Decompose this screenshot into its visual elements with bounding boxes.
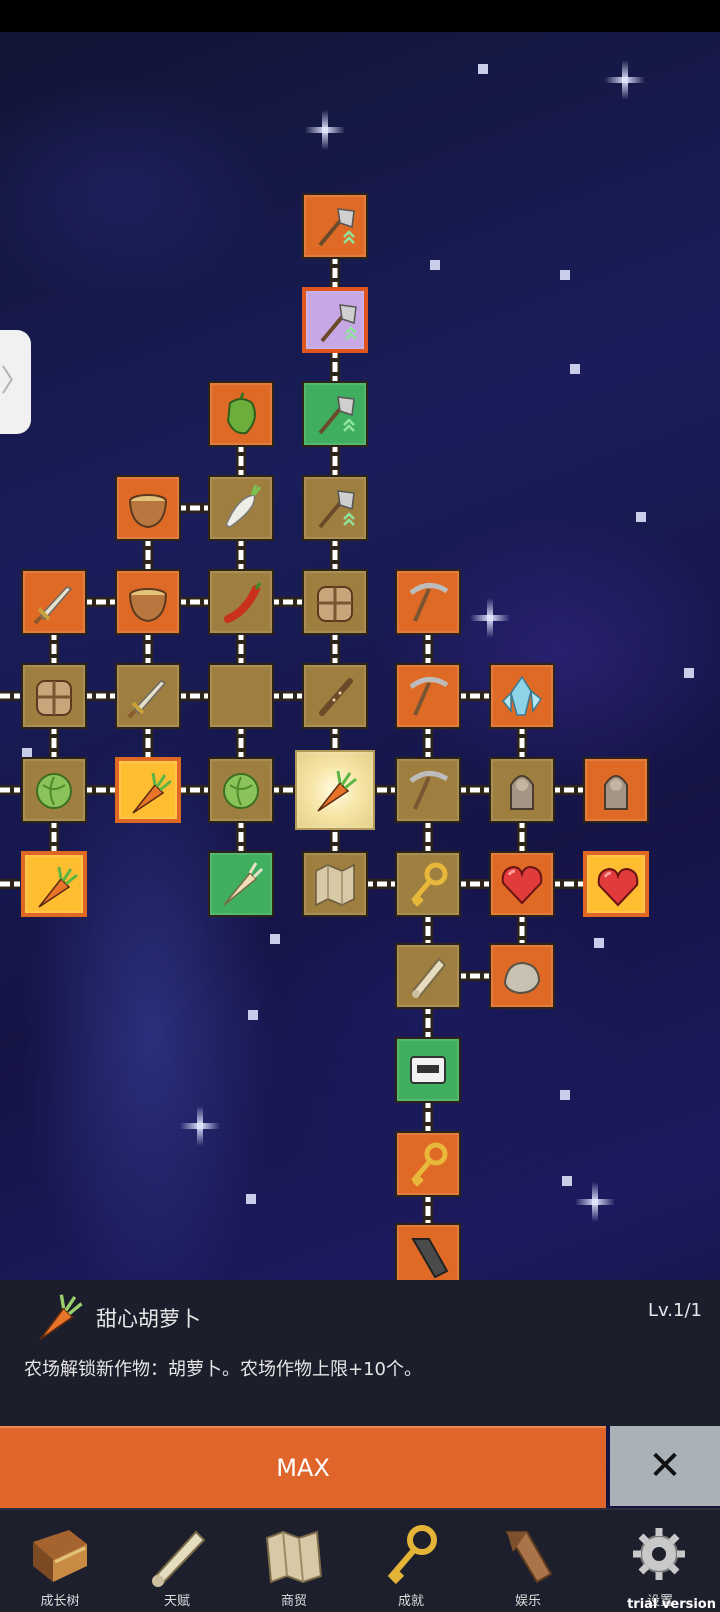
tree-node-shovel-upgrade[interactable] [302,381,368,447]
tree-node-map[interactable] [302,851,368,917]
chili-icon [224,582,262,623]
tree-node-flute[interactable] [302,663,368,729]
tree-node-shovel-upgrade[interactable] [302,475,368,541]
tree-node-corn[interactable] [208,663,274,729]
side-drawer-handle[interactable]: 〉 [0,330,31,434]
scroll-icon [152,1530,206,1587]
cabbage-icon [223,773,259,809]
heart-icon [501,865,543,905]
tree-node-pepper[interactable] [208,381,274,447]
pickaxe-icon [409,677,449,716]
max-button[interactable]: MAX [0,1426,606,1508]
tree-node-heart[interactable] [583,851,649,917]
shovel-upgrade-icon [318,396,355,435]
game-screen: 〉 甜心胡萝卜 Lv.1/1 农场解锁新作物：胡萝卜。农场作物上限+10个。 M… [0,0,720,1612]
key-icon [387,1525,437,1585]
carrot-icon [38,866,78,908]
tree-node-shovel-upgrade[interactable] [302,193,368,259]
tree-node-statue[interactable] [489,757,555,823]
pickaxe-icon [409,583,449,622]
key-icon [411,1142,448,1187]
parsnip-icon [223,862,264,906]
tree-node-stone[interactable] [489,943,555,1009]
tree-node-carrot[interactable] [115,757,181,823]
map-icon [315,863,355,907]
close-button[interactable]: ✕ [610,1426,720,1506]
tree-node-key[interactable] [395,1131,461,1197]
tree-node-crystal[interactable] [489,663,555,729]
tree-node-cassette[interactable] [395,1037,461,1103]
nav-entertainment[interactable]: 娱乐 [468,1510,588,1612]
gear-icon [633,1528,685,1580]
horn-icon [411,1238,449,1279]
key-icon [411,862,448,907]
item-name: 甜心胡萝卜 [96,1307,201,1331]
tree-node-radish[interactable] [208,475,274,541]
stone-icon [503,961,541,995]
cabbage-icon [36,773,72,809]
backpack-icon [36,680,72,716]
shovel-upgrade-icon [318,490,355,529]
tree-node-cabbage[interactable] [208,757,274,823]
tree-node-pickaxe[interactable] [395,757,461,823]
item-level: Lv.1/1 [648,1300,702,1321]
carrot-icon [132,772,172,814]
nav-label: 成长树 [40,1594,80,1609]
nav-talent[interactable]: 天赋 [117,1510,237,1612]
tree-node-backpack[interactable] [21,663,87,729]
statue-icon [510,775,534,810]
bowl-icon [129,588,167,623]
nav-trade[interactable]: 商贸 [234,1510,354,1612]
tree-node-chili[interactable] [208,569,274,635]
sword-icon [127,680,167,719]
pickaxe-icon [409,771,449,810]
nav-achievement[interactable]: 成就 [351,1510,471,1612]
crystal-icon [501,675,543,716]
radish-icon [225,484,262,528]
tree-node-parsnip[interactable] [208,851,274,917]
shovel-upgrade-icon [318,208,355,247]
tree-node-bowl[interactable] [115,475,181,541]
tree-node-bowl[interactable] [115,569,181,635]
trial-watermark: trial version [627,1597,716,1612]
nav-label: 娱乐 [514,1594,541,1609]
nav-label: 天赋 [163,1594,190,1609]
item-description: 农场解锁新作物：胡萝卜。农场作物上限+10个。 [24,1359,422,1380]
nav-label: 成就 [397,1594,424,1609]
tree-node-pickaxe[interactable] [395,569,461,635]
tree-node-key[interactable] [395,851,461,917]
tree-node-sword[interactable] [21,569,87,635]
sword-icon [33,586,73,625]
book-icon [33,1530,87,1582]
tree-node-heart[interactable] [489,851,555,917]
corn-icon [216,671,266,721]
shovel-upgrade-icon [320,304,357,343]
scroll-icon [411,957,447,999]
nav-label: 商贸 [280,1594,307,1609]
bowl-icon [129,494,167,529]
carrot-icon [317,770,357,812]
tree-node-backpack[interactable] [302,569,368,635]
nav-growth-tree[interactable]: 成长树 [0,1510,120,1612]
tree-node-scroll[interactable] [395,943,461,1009]
info-panel [0,1280,720,1426]
tree-node-pickaxe[interactable] [395,663,461,729]
tree-node-carrot[interactable] [295,750,375,830]
flute-icon [319,678,353,716]
tree-node-sword[interactable] [115,663,181,729]
statue-icon [604,775,628,810]
horn-icon [505,1531,553,1584]
tree-node-shovel-upgrade[interactable] [302,287,368,353]
cassette-icon [410,1056,446,1084]
tree-node-cabbage[interactable] [21,757,87,823]
map-icon [265,1530,323,1584]
tree-node-carrot[interactable] [21,851,87,917]
heart-icon [597,867,639,907]
backpack-icon [317,586,353,622]
carrot-icon [39,1294,83,1341]
tree-node-statue[interactable] [583,757,649,823]
bottom-navigation: 成长树 天赋 商贸 成就 娱乐 设置 trial version [0,1508,720,1612]
pepper-icon [226,392,256,435]
